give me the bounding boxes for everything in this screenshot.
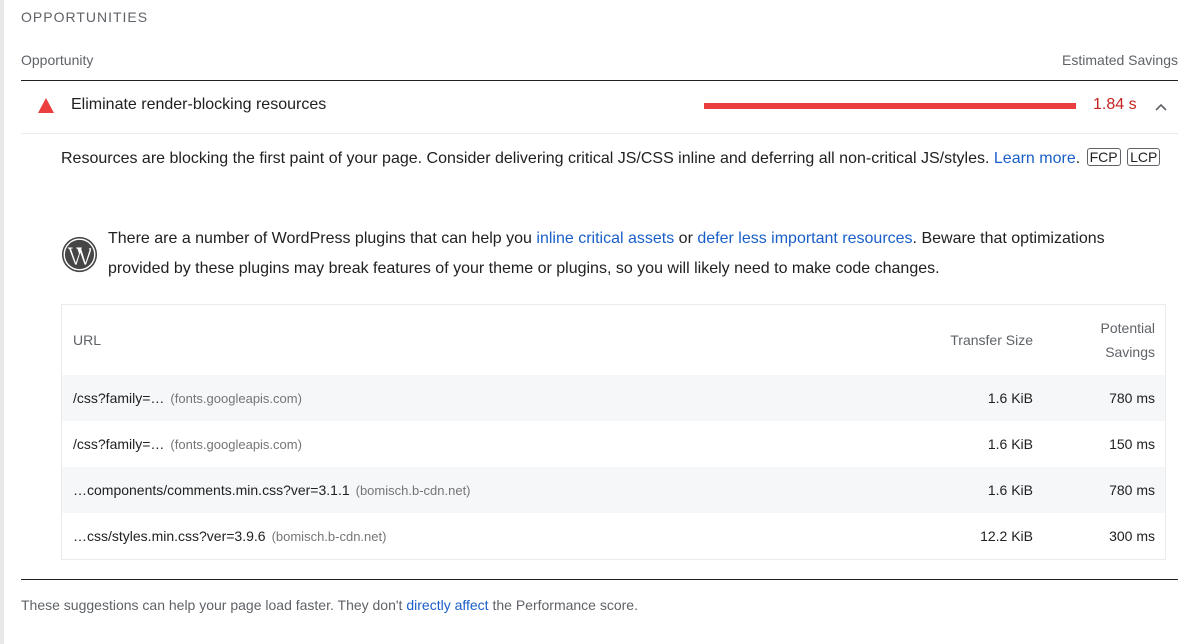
footer-text-part: the Performance score. [488,597,638,613]
savings-cell: 300 ms [1109,528,1155,544]
savings-cell: 150 ms [1109,436,1155,452]
defer-resources-link[interactable]: defer less important resources [697,230,912,247]
url-cell: …css/styles.min.css?ver=3.9.6 (bomisch.b-… [62,513,853,559]
table-header-row: URL Transfer Size Potential Savings [62,305,1165,375]
resources-table: URL Transfer Size Potential Savings /css?… [61,304,1166,560]
savings-sparkline-bar [704,103,1076,109]
table-row: …components/comments.min.css?ver=3.1.1 (b… [62,467,1165,513]
metric-tag-lcp: LCP [1127,148,1161,166]
transfer-size-cell: 1.6 KiB [987,482,1033,498]
resource-url[interactable]: /css?family=… [73,390,164,406]
url-cell: /css?family=… (fonts.googleapis.com) [62,375,853,421]
metric-tag-fcp: FCP [1086,148,1121,166]
audit-header-render-blocking[interactable]: Eliminate render-blocking resources 1.84… [21,81,1178,134]
group-title: OPPORTUNITIES [21,9,149,25]
wordpress-icon [61,236,98,273]
stack-text-part: or [674,230,698,247]
transfer-size-cell: 12.2 KiB [980,528,1033,544]
savings-cell: 780 ms [1109,482,1155,498]
resource-host: (fonts.googleapis.com) [170,437,302,452]
group-footer-divider [21,579,1178,580]
header-potential-savings: Potential Savings [1033,305,1165,375]
table-row: /css?family=… (fonts.googleapis.com) 1.6 … [62,375,1165,421]
resource-host: (bomisch.b-cdn.net) [355,483,471,498]
header-potential-savings-line2: Savings [1105,344,1155,360]
description-period: . [1075,150,1081,167]
resource-url[interactable]: /css?family=… [73,436,164,452]
column-header-opportunity: Opportunity [21,52,94,68]
resource-host: (fonts.googleapis.com) [170,391,302,406]
footer-text-part: These suggestions can help your page loa… [21,597,407,613]
left-border [0,0,4,644]
resource-url[interactable]: …components/comments.min.css?ver=3.1.1 [73,482,350,498]
url-cell: …components/comments.min.css?ver=3.1.1 (b… [62,467,853,513]
transfer-size-cell: 1.6 KiB [987,390,1033,406]
column-header: Opportunity Estimated Savings [21,51,1178,81]
group-footer-text: These suggestions can help your page loa… [21,597,638,613]
audit-title: Eliminate render-blocking resources [71,96,327,113]
header-potential-savings-line1: Potential [1100,320,1155,336]
table-row: /css?family=… (fonts.googleapis.com) 1.6 … [62,421,1165,467]
learn-more-link[interactable]: Learn more [994,150,1076,167]
fail-triangle-icon [38,98,54,113]
audit-description: Resources are blocking the first paint o… [61,144,1166,174]
url-cell: /css?family=… (fonts.googleapis.com) [62,421,853,467]
resource-host: (bomisch.b-cdn.net) [271,529,387,544]
chevron-up-icon[interactable] [1154,100,1168,114]
stack-pack-text: There are a number of WordPress plugins … [108,224,1168,284]
header-url: URL [73,332,102,348]
transfer-size-cell: 1.6 KiB [987,436,1033,452]
description-text: Resources are blocking the first paint o… [61,150,994,167]
header-transfer-size: Transfer Size [950,332,1033,348]
savings-value: 1.84 s [1093,96,1137,113]
column-header-estimated-savings: Estimated Savings [1062,52,1178,68]
resource-url[interactable]: …css/styles.min.css?ver=3.9.6 [73,528,266,544]
table-row: …css/styles.min.css?ver=3.9.6 (bomisch.b-… [62,513,1165,559]
stack-text-part: There are a number of WordPress plugins … [108,230,537,247]
inline-critical-assets-link[interactable]: inline critical assets [536,230,674,247]
directly-affect-link[interactable]: directly affect [406,597,488,613]
savings-cell: 780 ms [1109,390,1155,406]
